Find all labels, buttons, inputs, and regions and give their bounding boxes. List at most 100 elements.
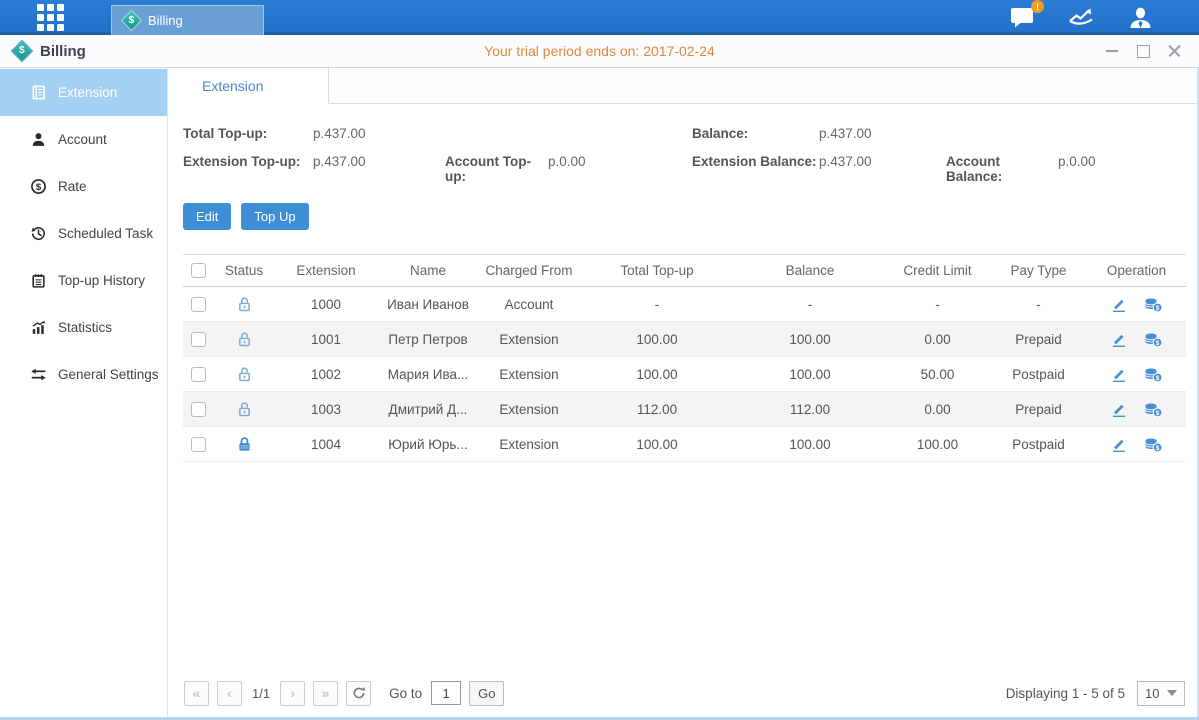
cell-pay-type: Postpaid xyxy=(990,427,1087,462)
svg-text:$: $ xyxy=(1156,409,1160,416)
sidebar-item-rate[interactable]: $ Rate xyxy=(0,163,167,210)
cell-balance: 112.00 xyxy=(735,392,885,427)
notification-badge: ! xyxy=(1031,0,1044,13)
table-row: 1004 Юрий Юрь... Extension 100.00 100.00… xyxy=(183,427,1186,462)
svg-text:$: $ xyxy=(1156,339,1160,346)
status-unlocked-icon xyxy=(236,401,253,418)
sidebar-item-statistics[interactable]: Statistics xyxy=(0,304,167,351)
sidebar-item-extension[interactable]: Extension xyxy=(0,69,167,116)
close-button[interactable] xyxy=(1167,44,1181,58)
row-checkbox[interactable] xyxy=(191,297,206,312)
displaying-summary: Displaying 1 - 5 of 5 xyxy=(1006,686,1125,701)
cell-pay-type: Postpaid xyxy=(990,357,1087,392)
table-row: 1003 Дмитрий Д... Extension 112.00 112.0… xyxy=(183,392,1186,427)
top-up-button[interactable]: Top Up xyxy=(241,203,308,230)
cell-credit-limit: 50.00 xyxy=(885,357,990,392)
sidebar-item-topup-history[interactable]: Top-up History xyxy=(0,257,167,304)
top-up-row-icon[interactable]: $ xyxy=(1143,296,1163,313)
account-topup-label: Account Top-up: xyxy=(445,154,548,184)
svg-text:$: $ xyxy=(1156,444,1160,451)
top-up-row-icon[interactable]: $ xyxy=(1143,331,1163,348)
tab-extension[interactable]: Extension xyxy=(183,68,329,104)
window-title-bar: $ Billing Your trial period ends on: 201… xyxy=(0,35,1199,68)
edit-row-icon[interactable] xyxy=(1110,436,1127,453)
table-row: 1001 Петр Петров Extension 100.00 100.00… xyxy=(183,322,1186,357)
column-header-name: Name xyxy=(377,255,479,287)
table-row: 1002 Мария Ива... Extension 100.00 100.0… xyxy=(183,357,1186,392)
sidebar-item-label: General Settings xyxy=(58,367,159,382)
top-up-row-icon[interactable]: $ xyxy=(1143,401,1163,418)
taskbar-tab-billing[interactable]: $ Billing xyxy=(111,5,264,35)
page-size-select[interactable]: 10 xyxy=(1137,681,1185,706)
notifications-chat-icon[interactable]: ! xyxy=(1010,6,1036,29)
column-header-status: Status xyxy=(213,255,275,287)
cell-extension: 1001 xyxy=(275,322,377,357)
row-checkbox[interactable] xyxy=(191,437,206,452)
cell-pay-type: - xyxy=(990,287,1087,322)
maximize-button[interactable] xyxy=(1136,44,1150,58)
cell-balance: 100.00 xyxy=(735,322,885,357)
minimize-button[interactable] xyxy=(1105,44,1119,58)
taskbar-tab-label: Billing xyxy=(148,13,183,28)
column-header-operation: Operation xyxy=(1087,255,1186,287)
account-icon xyxy=(30,131,47,148)
status-unlocked-icon xyxy=(236,331,253,348)
page-size-value: 10 xyxy=(1145,686,1159,701)
cell-pay-type: Prepaid xyxy=(990,392,1087,427)
cell-name: Дмитрий Д... xyxy=(377,392,479,427)
cell-extension: 1000 xyxy=(275,287,377,322)
total-topup-value: p.437.00 xyxy=(313,126,366,141)
balance-value: p.437.00 xyxy=(819,126,872,141)
summary-panel: Total Top-up: p.437.00 Balance: p.437.00… xyxy=(183,126,1186,184)
edit-row-icon[interactable] xyxy=(1110,401,1127,418)
svg-text:$: $ xyxy=(1156,304,1160,311)
column-header-pay-type: Pay Type xyxy=(990,255,1087,287)
row-checkbox[interactable] xyxy=(191,367,206,382)
top-up-row-icon[interactable]: $ xyxy=(1143,366,1163,383)
goto-page-input[interactable] xyxy=(431,681,461,705)
edit-row-icon[interactable] xyxy=(1110,366,1127,383)
account-balance-label: Account Balance: xyxy=(946,154,1058,184)
cell-name: Петр Петров xyxy=(377,322,479,357)
account-balance-value: p.0.00 xyxy=(1058,154,1096,169)
sidebar-item-account[interactable]: Account xyxy=(0,116,167,163)
row-checkbox[interactable] xyxy=(191,402,206,417)
prev-page-button[interactable]: ‹ xyxy=(217,681,242,706)
cell-name: Иван Иванов xyxy=(377,287,479,322)
app-grid-icon[interactable] xyxy=(37,4,64,31)
go-button[interactable]: Go xyxy=(469,681,504,706)
extension-topup-label: Extension Top-up: xyxy=(183,154,313,169)
edit-button[interactable]: Edit xyxy=(183,203,231,230)
cell-credit-limit: 0.00 xyxy=(885,322,990,357)
trial-notice: Your trial period ends on: 2017-02-24 xyxy=(484,43,715,59)
column-header-balance: Balance xyxy=(735,255,885,287)
cell-charged-from: Extension xyxy=(479,322,579,357)
sidebar-item-scheduled-task[interactable]: Scheduled Task xyxy=(0,210,167,257)
edit-row-icon[interactable] xyxy=(1110,296,1127,313)
status-unlocked-icon xyxy=(236,296,253,313)
next-page-button[interactable]: › xyxy=(280,681,305,706)
top-up-row-icon[interactable]: $ xyxy=(1143,436,1163,453)
cell-total-topup: 100.00 xyxy=(579,357,735,392)
select-all-checkbox[interactable] xyxy=(191,263,206,278)
sidebar-item-label: Extension xyxy=(58,85,117,100)
extension-balance-label: Extension Balance: xyxy=(692,154,819,169)
row-checkbox[interactable] xyxy=(191,332,206,347)
balance-label: Balance: xyxy=(692,126,819,141)
user-account-icon[interactable] xyxy=(1127,6,1154,30)
cell-total-topup: 112.00 xyxy=(579,392,735,427)
total-topup-label: Total Top-up: xyxy=(183,126,313,141)
refresh-button[interactable] xyxy=(346,681,371,706)
statistics-chart-icon[interactable] xyxy=(1068,7,1095,29)
column-header-total-topup: Total Top-up xyxy=(579,255,735,287)
topup-history-icon xyxy=(30,272,47,289)
last-page-button[interactable]: » xyxy=(313,681,338,706)
edit-row-icon[interactable] xyxy=(1110,331,1127,348)
sidebar-item-general-settings[interactable]: General Settings xyxy=(0,351,167,398)
account-topup-value: p.0.00 xyxy=(548,154,586,169)
column-header-charged-from: Charged From xyxy=(479,255,579,287)
sidebar-item-label: Rate xyxy=(58,179,87,194)
first-page-button[interactable]: « xyxy=(184,681,209,706)
cell-credit-limit: 100.00 xyxy=(885,427,990,462)
cell-extension: 1002 xyxy=(275,357,377,392)
